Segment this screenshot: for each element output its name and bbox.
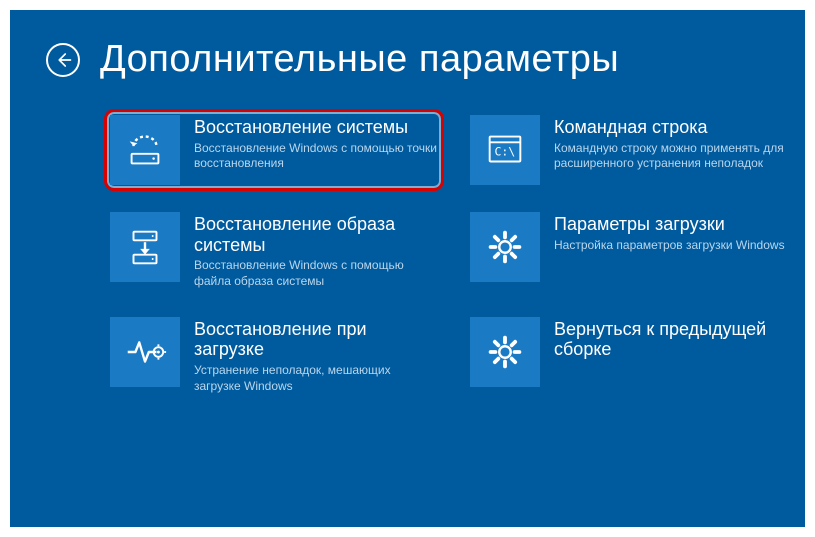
tile-startup-repair[interactable]: Восстановление при загрузке Устранение н…	[104, 311, 444, 401]
tile-desc: Командную строку можно применять для рас…	[554, 141, 798, 172]
cmd-icon: C:\	[470, 115, 540, 185]
tile-desc: Настройка параметров загрузки Windows	[554, 238, 798, 254]
tile-title: Параметры загрузки	[554, 214, 798, 235]
tile-title: Восстановление системы	[194, 117, 438, 138]
options-grid: Восстановление системы Восстановление Wi…	[104, 109, 769, 400]
tile-desc: Восстановление Windows с помощью файла о…	[194, 258, 438, 289]
startup-repair-icon	[110, 317, 180, 387]
tile-system-restore[interactable]: Восстановление системы Восстановление Wi…	[104, 109, 444, 191]
gear-icon	[470, 212, 540, 282]
image-restore-icon	[110, 212, 180, 282]
tile-command-prompt[interactable]: C:\ Командная строка Командную строку мо…	[464, 109, 804, 191]
tile-system-image-recovery[interactable]: Восстановление образа системы Восстановл…	[104, 206, 444, 296]
tile-desc: Восстановление Windows с помощью точки в…	[194, 141, 438, 172]
tile-title: Восстановление при загрузке	[194, 319, 438, 360]
header: Дополнительные параметры	[46, 38, 769, 81]
winre-frame: Дополнительные параметры Восстановление …	[10, 10, 805, 527]
tile-title: Восстановление образа системы	[194, 214, 438, 255]
tile-desc: Устранение неполадок, мешающих загрузке …	[194, 363, 438, 394]
tile-title: Командная строка	[554, 117, 798, 138]
page-title: Дополнительные параметры	[100, 38, 619, 81]
tile-startup-settings[interactable]: Параметры загрузки Настройка параметров …	[464, 206, 804, 296]
restore-point-icon	[110, 115, 180, 185]
tile-title: Вернуться к предыдущей сборке	[554, 319, 798, 360]
svg-text:C:\: C:\	[494, 145, 515, 159]
gear-icon	[470, 317, 540, 387]
back-arrow-icon	[54, 51, 72, 69]
tile-go-back-previous-build[interactable]: Вернуться к предыдущей сборке	[464, 311, 804, 401]
back-button[interactable]	[46, 43, 80, 77]
